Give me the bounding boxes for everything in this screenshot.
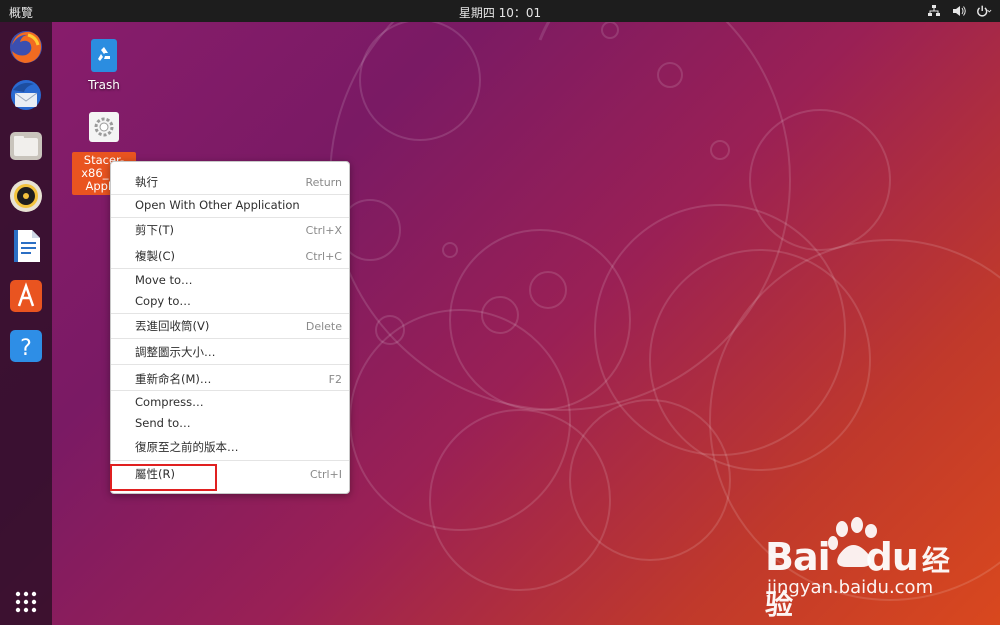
menu-item-rename[interactable]: 重新命名(M)… F2 xyxy=(111,369,349,390)
menu-item-copy-to[interactable]: Copy to… xyxy=(111,291,349,312)
menu-item-move-to[interactable]: Move to… xyxy=(111,270,349,291)
menu-item-label: Send to… xyxy=(135,416,191,430)
dock-item-firefox[interactable] xyxy=(6,27,46,67)
menu-item-copy[interactable]: 複製(C) Ctrl+C xyxy=(111,246,349,267)
menu-item-label: Copy to… xyxy=(135,294,191,308)
menu-item-label: 剪下(T) xyxy=(135,223,174,237)
trash-label: Trash xyxy=(88,78,120,92)
menu-item-open-with[interactable]: Open With Other Application xyxy=(111,195,349,216)
context-menu: 執行 Return Open With Other Application 剪下(… xyxy=(110,161,350,494)
menu-item-label: 重新命名(M)… xyxy=(135,372,212,386)
clock[interactable]: 星期四 10：01 xyxy=(0,4,1000,21)
software-icon xyxy=(10,280,42,312)
menu-item-label: 執行 xyxy=(135,175,158,189)
dock-item-software[interactable] xyxy=(6,276,46,316)
svg-text:?: ? xyxy=(20,336,32,361)
menu-item-move-to-trash[interactable]: 丟進回收筒(V) Delete xyxy=(111,316,349,337)
help-icon: ? xyxy=(10,330,42,362)
menu-separator xyxy=(111,364,349,365)
menu-item-label: 丟進回收筒(V) xyxy=(135,319,210,333)
menu-item-label: 屬性(R) xyxy=(135,467,175,481)
menu-separator xyxy=(111,217,349,218)
volume-icon[interactable] xyxy=(951,3,967,19)
menu-separator xyxy=(111,338,349,339)
baidu-watermark: Bai du 经验 jingyan.baidu.com xyxy=(765,515,955,621)
menu-item-label: 調整圖示大小… xyxy=(135,345,216,359)
menu-item-shortcut: Ctrl+C xyxy=(305,250,342,263)
dock-item-rhythmbox[interactable] xyxy=(6,176,46,216)
writer-icon xyxy=(14,230,40,262)
menu-item-shortcut: Ctrl+X xyxy=(305,224,342,237)
dock-item-help[interactable]: ? xyxy=(6,326,46,366)
menu-item-label: 複製(C) xyxy=(135,249,176,263)
dock-item-writer[interactable] xyxy=(6,226,46,266)
watermark-url: jingyan.baidu.com xyxy=(767,577,934,598)
menu-item-resize-icon[interactable]: 調整圖示大小… xyxy=(111,342,349,363)
menu-item-label: Move to… xyxy=(135,273,193,287)
files-icon xyxy=(10,132,42,160)
network-icon[interactable] xyxy=(926,3,942,19)
watermark-brand: Bai xyxy=(765,535,831,579)
menu-item-label: 復原至之前的版本… xyxy=(135,440,239,454)
menu-item-shortcut: F2 xyxy=(328,373,342,386)
appimage-file-icon xyxy=(89,112,119,142)
power-icon[interactable] xyxy=(976,3,992,19)
menu-separator xyxy=(111,313,349,314)
menu-item-send-to[interactable]: Send to… xyxy=(111,413,349,434)
menu-separator xyxy=(111,460,349,461)
menu-separator xyxy=(111,268,349,269)
rhythmbox-icon xyxy=(10,180,42,212)
show-applications-button[interactable] xyxy=(6,582,46,622)
menu-item-properties[interactable]: 屬性(R) Ctrl+I xyxy=(111,464,349,485)
menu-item-label: Compress… xyxy=(135,395,204,409)
menu-item-shortcut: Ctrl+I xyxy=(309,468,342,481)
watermark-brand-2: du xyxy=(865,535,919,579)
menu-separator xyxy=(111,390,349,391)
menu-item-compress[interactable]: Compress… xyxy=(111,392,349,413)
menu-item-label: Open With Other Application xyxy=(135,198,300,212)
trash-icon xyxy=(91,39,117,72)
thunderbird-icon xyxy=(11,80,41,110)
system-tray[interactable] xyxy=(926,3,992,19)
dock: ? xyxy=(0,22,52,625)
menu-item-run[interactable]: 執行 Return xyxy=(111,172,349,193)
menu-item-cut[interactable]: 剪下(T) Ctrl+X xyxy=(111,220,349,241)
firefox-icon xyxy=(10,31,42,63)
top-bar: 概覽 星期四 10：01 xyxy=(0,0,1000,22)
dock-item-thunderbird[interactable] xyxy=(6,76,46,116)
dock-item-files[interactable] xyxy=(6,126,46,166)
app-grid-icon xyxy=(15,591,37,613)
menu-item-restore-previous-version[interactable]: 復原至之前的版本… xyxy=(111,437,349,458)
desktop-icon-trash[interactable]: Trash xyxy=(69,37,139,92)
menu-item-shortcut: Return xyxy=(305,176,342,189)
menu-item-shortcut: Delete xyxy=(305,320,342,333)
